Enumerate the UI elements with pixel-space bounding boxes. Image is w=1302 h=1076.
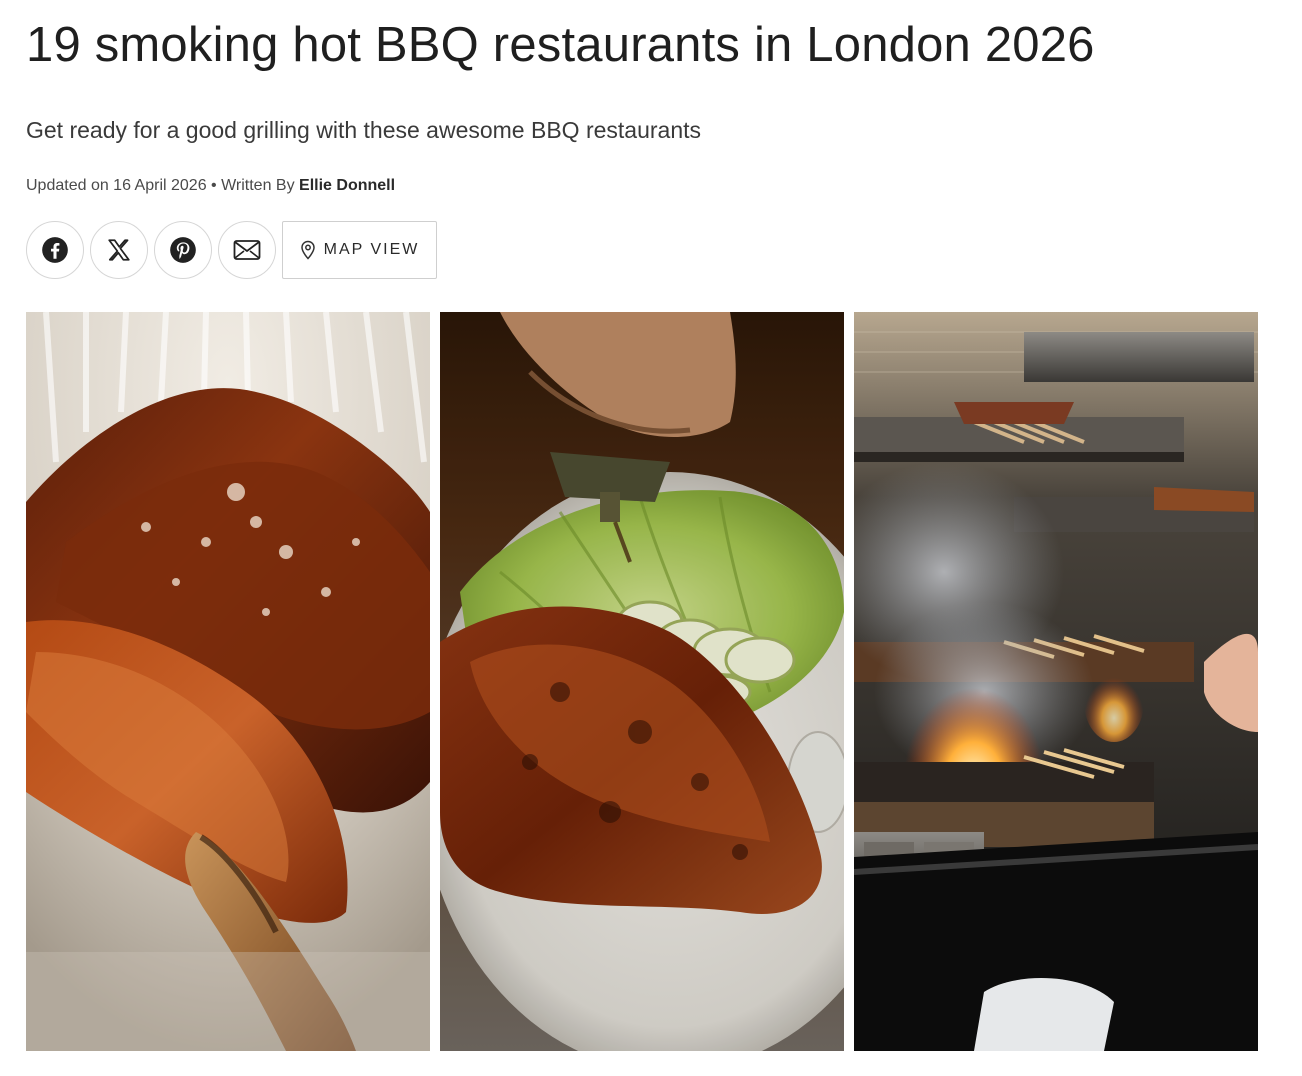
gallery-image-ribs[interactable]	[26, 312, 430, 1051]
gallery-image-chicken[interactable]	[440, 312, 844, 1051]
byline-updated: Updated on 16 April 2026 • Written By	[26, 177, 300, 194]
map-pin-icon	[300, 240, 315, 260]
map-view-label: MAP VIEW	[323, 241, 420, 258]
byline-author[interactable]: Ellie Donnell	[299, 177, 395, 194]
byline: Updated on 16 April 2026 • Written By El…	[26, 175, 395, 197]
page-title: 19 smoking hot BBQ restaurants in London…	[26, 18, 1095, 72]
share-facebook-button[interactable]	[26, 221, 84, 279]
x-icon	[108, 239, 130, 261]
share-email-button[interactable]	[218, 221, 276, 279]
gallery-image-grill[interactable]	[854, 312, 1258, 1051]
facebook-icon	[42, 237, 68, 263]
share-toolbar: MAP VIEW	[26, 221, 437, 279]
article-page: 19 smoking hot BBQ restaurants in London…	[0, 0, 1302, 1076]
share-x-button[interactable]	[90, 221, 148, 279]
share-pinterest-button[interactable]	[154, 221, 212, 279]
map-view-button[interactable]: MAP VIEW	[282, 221, 437, 279]
photo-gallery	[26, 312, 1258, 1051]
article-subtitle: Get ready for a good grilling with these…	[26, 117, 702, 143]
email-icon	[233, 240, 261, 260]
pinterest-icon	[170, 237, 196, 263]
